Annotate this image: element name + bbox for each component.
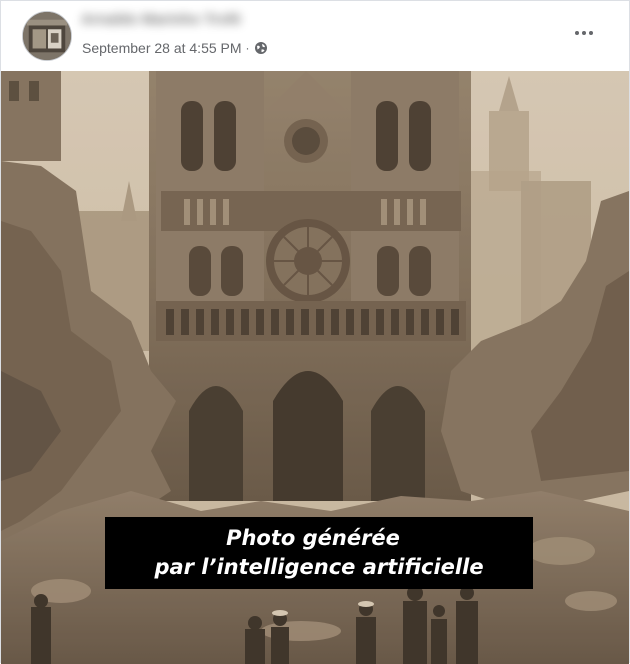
- author-avatar[interactable]: [22, 11, 72, 61]
- ai-generated-caption: Photo générée par l’intelligence artific…: [105, 517, 533, 589]
- globe-icon[interactable]: [254, 41, 268, 55]
- post-photo[interactable]: Photo générée par l’intelligence artific…: [1, 71, 629, 664]
- facebook-post: Arnaldo Marinho Trofé September 28 at 4:…: [0, 0, 630, 664]
- meta-separator: ·: [245, 41, 250, 55]
- post-header: Arnaldo Marinho Trofé September 28 at 4:…: [1, 1, 629, 71]
- post-meta: September 28 at 4:55 PM ·: [82, 39, 268, 57]
- more-options-icon[interactable]: [567, 21, 601, 45]
- post-timestamp[interactable]: September 28 at 4:55 PM: [82, 40, 242, 56]
- caption-line-1: Photo générée: [226, 526, 400, 550]
- author-name[interactable]: Arnaldo Marinho Trofé: [81, 11, 266, 33]
- caption-line-2: par l’intelligence artificielle: [154, 555, 484, 579]
